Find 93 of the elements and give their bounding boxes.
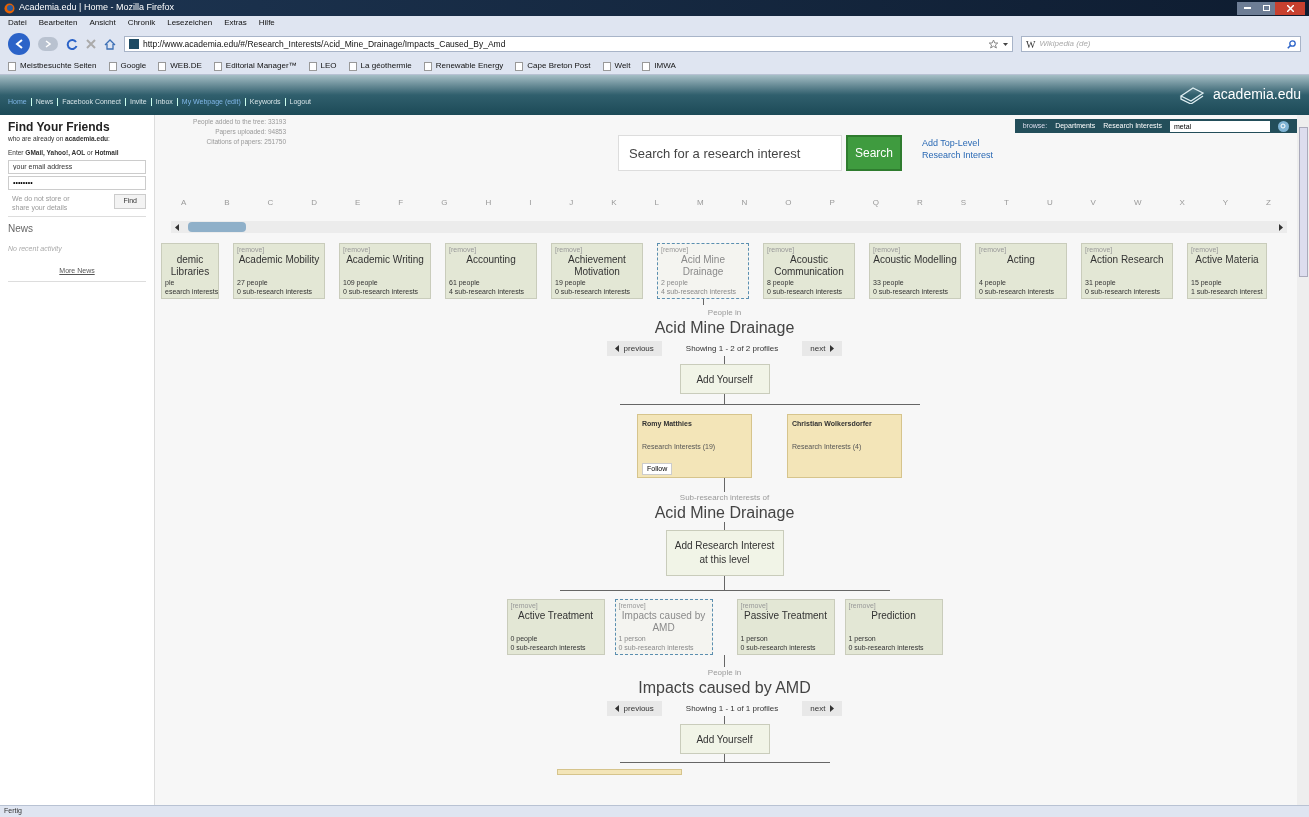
research-interest-search-field[interactable]: Search for a research interest [618, 135, 842, 171]
page-icon [602, 61, 611, 71]
page-icon [515, 61, 524, 71]
bookmark[interactable]: Editorial Manager™ [213, 60, 297, 72]
add-yourself-button[interactable]: Add Yourself [679, 724, 770, 754]
section-title: Acid Mine Drainage [654, 504, 795, 522]
vertical-scrollbar[interactable] [1297, 115, 1309, 805]
search-button[interactable]: Search [846, 135, 902, 171]
page-icon [158, 61, 167, 71]
interest-title[interactable]: Active Materia [1195, 254, 1259, 266]
minimize-button[interactable] [1237, 1, 1257, 15]
bookmark[interactable]: IMWA [642, 60, 676, 72]
previous-button[interactable]: previous [606, 701, 662, 716]
showing-count: Showing 1 - 2 of 2 profiles [685, 342, 779, 355]
previous-button[interactable]: previous [606, 341, 662, 356]
reload-icon[interactable] [66, 38, 78, 50]
star-icon[interactable] [988, 38, 999, 50]
bookmark[interactable]: Meistbesuchte Seiten [8, 60, 97, 72]
add-top-level-link[interactable]: Add Top-Level Research Interest [922, 137, 1012, 161]
news-title: News [8, 221, 34, 236]
scrollbar-thumb[interactable] [188, 222, 246, 232]
chevron-right-icon [829, 705, 835, 712]
showing-count: Showing 1 - 1 of 1 profiles [685, 702, 779, 715]
book-logo-icon [1179, 85, 1206, 104]
back-button[interactable] [8, 33, 30, 55]
page-icon [8, 61, 16, 71]
bookmark[interactable]: LEO [308, 60, 337, 72]
scrollbar-thumb[interactable] [1298, 127, 1308, 277]
interest-title[interactable]: Prediction [871, 610, 916, 622]
chevron-left-icon[interactable] [175, 223, 180, 231]
close-icon [1286, 4, 1294, 12]
home-icon[interactable] [104, 38, 116, 50]
interest-title[interactable]: Acoustic Communication [767, 254, 851, 278]
window-title: Academia.edu | Home - Mozilla Firefox [19, 1, 174, 15]
next-button[interactable]: next [802, 701, 843, 716]
bookmark[interactable]: Welt [602, 60, 631, 72]
bookmark[interactable]: Renewable Energy [423, 60, 504, 72]
section-heading: People in [707, 307, 742, 319]
menu-item[interactable]: Datei [8, 17, 27, 29]
interest-title[interactable]: Academic Mobility [238, 254, 320, 266]
chevron-left-icon [614, 345, 620, 352]
interest-title[interactable]: Active Treatment [518, 610, 593, 622]
interest-title[interactable]: Accounting [466, 254, 516, 266]
maximize-icon [1262, 5, 1270, 11]
chevron-left-icon [614, 705, 620, 712]
firefox-icon [4, 2, 15, 14]
page-icon [348, 61, 357, 71]
dropdown-icon[interactable] [1003, 42, 1008, 46]
menu-item[interactable]: Bearbeiten [38, 17, 78, 29]
interest-title[interactable]: Achievement Motivation [555, 254, 639, 278]
interest-title[interactable]: Acting [1007, 254, 1035, 266]
page-icon [308, 61, 317, 71]
interest-title[interactable]: Acoustic Modelling [873, 254, 957, 266]
minimize-icon [1243, 7, 1251, 9]
maximize-button[interactable] [1257, 1, 1275, 15]
menu-item[interactable]: Lesezeichen [167, 17, 213, 29]
page-icon [213, 61, 222, 71]
add-yourself-button[interactable]: Add Yourself [679, 364, 770, 394]
search-engine-label[interactable]: W [1026, 36, 1036, 52]
next-button[interactable]: next [802, 341, 843, 356]
sidebar-title: Find Your Friends [8, 121, 111, 134]
search-input[interactable]: Wikipedia (de) [1039, 38, 1283, 50]
bookmark[interactable]: Cape Breton Post [515, 60, 591, 72]
menu-item[interactable]: Ansicht [89, 17, 116, 29]
search-icon[interactable] [1278, 120, 1289, 132]
menu-item[interactable]: Extras [224, 17, 247, 29]
menu-item[interactable]: Hilfe [258, 17, 275, 29]
chevron-right-icon[interactable] [1278, 223, 1283, 231]
interest-title[interactable]: Action Research [1090, 254, 1164, 266]
section-title: Acid Mine Drainage [654, 319, 795, 337]
page-icon [642, 61, 651, 71]
section-title: Impacts caused by AMD [638, 679, 811, 697]
section-heading: People in [707, 667, 742, 679]
horizontal-scrollbar[interactable] [171, 221, 1287, 233]
address-bar[interactable]: http://www.academia.edu/#/Research_Interests/Acid_Mine_Drainage/Impacts_Caused_By_Amd [124, 36, 1013, 52]
section-heading: Sub-research interests of [679, 492, 770, 504]
interest-title[interactable]: Passive Treatment [744, 610, 827, 622]
chevron-right-icon [829, 345, 835, 352]
site-icon [129, 39, 139, 49]
add-research-interest-button[interactable]: Add Research Interest at this level [665, 530, 784, 576]
interest-title[interactable]: Academic Writing [346, 254, 424, 266]
bookmark[interactable]: WEB.DE [158, 60, 202, 72]
bookmark[interactable]: Google [108, 60, 147, 72]
url-text: http://www.academia.edu/#/Research_Interests/Acid_Mine_Drainage/Impacts_Caused_By_Amd [143, 37, 506, 51]
search-bar[interactable]: W Wikipedia (de) [1021, 36, 1301, 52]
site-logo[interactable]: academia.edu [1213, 84, 1301, 105]
close-button[interactable] [1275, 1, 1305, 15]
menu-item[interactable]: Chronik [127, 17, 156, 29]
interest-title[interactable]: demic Libraries [165, 253, 215, 278]
page-icon [108, 61, 117, 71]
search-icon[interactable] [1287, 39, 1296, 49]
bookmark[interactable]: La géothermie [348, 60, 412, 72]
page-icon [423, 61, 432, 71]
